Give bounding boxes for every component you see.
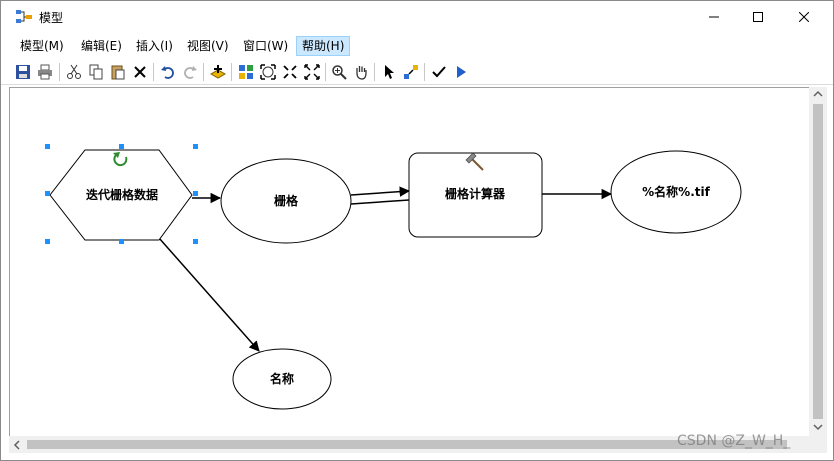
- zoom-in-fixed-icon: [283, 65, 297, 79]
- output-node-label: %名称%.tif: [642, 184, 710, 199]
- zoom-out-fixed-button[interactable]: [302, 62, 322, 82]
- close-icon: [799, 12, 809, 22]
- copy-icon: [89, 64, 103, 80]
- toolbar-separator: [59, 63, 60, 81]
- delete-icon: [134, 66, 146, 78]
- iterator-node-label: 迭代栅格数据: [86, 187, 158, 202]
- toolbar-separator: [231, 63, 232, 81]
- connector-iterator-to-name[interactable]: [158, 237, 260, 352]
- paste-button[interactable]: [108, 62, 128, 82]
- raster-node[interactable]: 栅格: [220, 158, 352, 244]
- raster-node-label: 栅格: [274, 193, 299, 208]
- select-icon: [385, 65, 394, 79]
- delete-button[interactable]: [130, 62, 150, 82]
- undo-icon: [161, 66, 174, 79]
- print-icon: [38, 64, 52, 80]
- redo-button[interactable]: [180, 62, 200, 82]
- toolbar-separator: [153, 63, 154, 81]
- redo-icon: [184, 66, 197, 79]
- add-data-button[interactable]: [208, 62, 228, 82]
- zoom-out-fixed-icon: [304, 64, 320, 80]
- zoom-button[interactable]: [329, 62, 349, 82]
- name-node[interactable]: 名称: [232, 348, 332, 410]
- scrollbar-corner: [809, 436, 827, 453]
- add-data-icon: [210, 65, 226, 79]
- undo-button[interactable]: [158, 62, 178, 82]
- toolbar-separator: [203, 63, 204, 81]
- calculator-node-label: 栅格计算器: [445, 186, 506, 201]
- zoom-in-fixed-button[interactable]: [280, 62, 300, 82]
- vertical-scroll-thumb[interactable]: [813, 104, 823, 419]
- paste-icon: [111, 65, 125, 80]
- minimize-icon: [709, 16, 719, 18]
- toolbar: [1, 59, 833, 85]
- watermark: CSDN @Z_W_H_: [677, 433, 791, 449]
- model-diagram: 迭代栅格数据 栅格 栅格计算器 %名称%.tif 名称: [45, 144, 742, 410]
- connector-raster-to-calculator-1[interactable]: [350, 186, 411, 197]
- validate-icon: [432, 66, 446, 78]
- close-button[interactable]: [781, 1, 827, 33]
- full-extent-icon: [260, 64, 276, 80]
- calculator-node[interactable]: 栅格计算器: [408, 152, 543, 238]
- select-button[interactable]: [379, 62, 399, 82]
- horizontal-scroll-thumb[interactable]: [27, 440, 787, 449]
- menu-model[interactable]: 模型(M): [15, 36, 69, 56]
- save-icon: [16, 65, 30, 79]
- run-icon: [457, 66, 466, 78]
- menu-help[interactable]: 帮助(H): [296, 36, 351, 56]
- connect-icon: [404, 65, 418, 79]
- title-bar[interactable]: 模型: [1, 1, 833, 33]
- auto-layout-icon: [239, 65, 253, 79]
- pan-button[interactable]: [351, 62, 371, 82]
- cut-icon: [67, 64, 81, 79]
- print-button[interactable]: [35, 62, 55, 82]
- connect-button[interactable]: [401, 62, 421, 82]
- validate-button[interactable]: [429, 62, 449, 82]
- pan-icon: [356, 66, 367, 80]
- scroll-down-icon[interactable]: [813, 423, 823, 431]
- name-node-label: 名称: [270, 371, 294, 386]
- menu-view[interactable]: 视图(V): [182, 36, 234, 56]
- run-button[interactable]: [451, 62, 471, 82]
- model-builder-icon: [16, 10, 32, 23]
- maximize-icon: [753, 12, 763, 22]
- full-extent-button[interactable]: [258, 62, 278, 82]
- save-button[interactable]: [13, 62, 33, 82]
- window-title: 模型: [39, 11, 64, 25]
- iterator-node[interactable]: 迭代栅格数据: [49, 149, 193, 241]
- minimize-button[interactable]: [691, 1, 737, 33]
- toolbar-separator: [325, 63, 326, 81]
- menu-bar: 模型(M) 编辑(E) 插入(I) 视图(V) 窗口(W) 帮助(H): [1, 34, 833, 58]
- auto-layout-button[interactable]: [236, 62, 256, 82]
- menu-edit[interactable]: 编辑(E): [76, 36, 127, 56]
- toolbar-separator: [374, 63, 375, 81]
- menu-window[interactable]: 窗口(W): [238, 36, 293, 56]
- model-window: 模型 模型(M) 编辑(E) 插入(I) 视图(V) 窗口(W) 帮助(H) 迭…: [0, 0, 834, 461]
- zoom-icon: [332, 65, 347, 80]
- output-node[interactable]: %名称%.tif: [610, 150, 742, 234]
- menu-insert[interactable]: 插入(I): [131, 36, 178, 56]
- copy-button[interactable]: [86, 62, 106, 82]
- connector-raster-to-calculator-2[interactable]: [350, 199, 410, 205]
- cut-button[interactable]: [64, 62, 84, 82]
- maximize-button[interactable]: [735, 1, 781, 33]
- toolbar-separator: [424, 63, 425, 81]
- model-canvas[interactable]: 迭代栅格数据 栅格 栅格计算器 %名称%.tif 名称: [9, 87, 809, 436]
- scroll-left-icon[interactable]: [13, 440, 21, 450]
- scroll-up-icon[interactable]: [813, 90, 823, 98]
